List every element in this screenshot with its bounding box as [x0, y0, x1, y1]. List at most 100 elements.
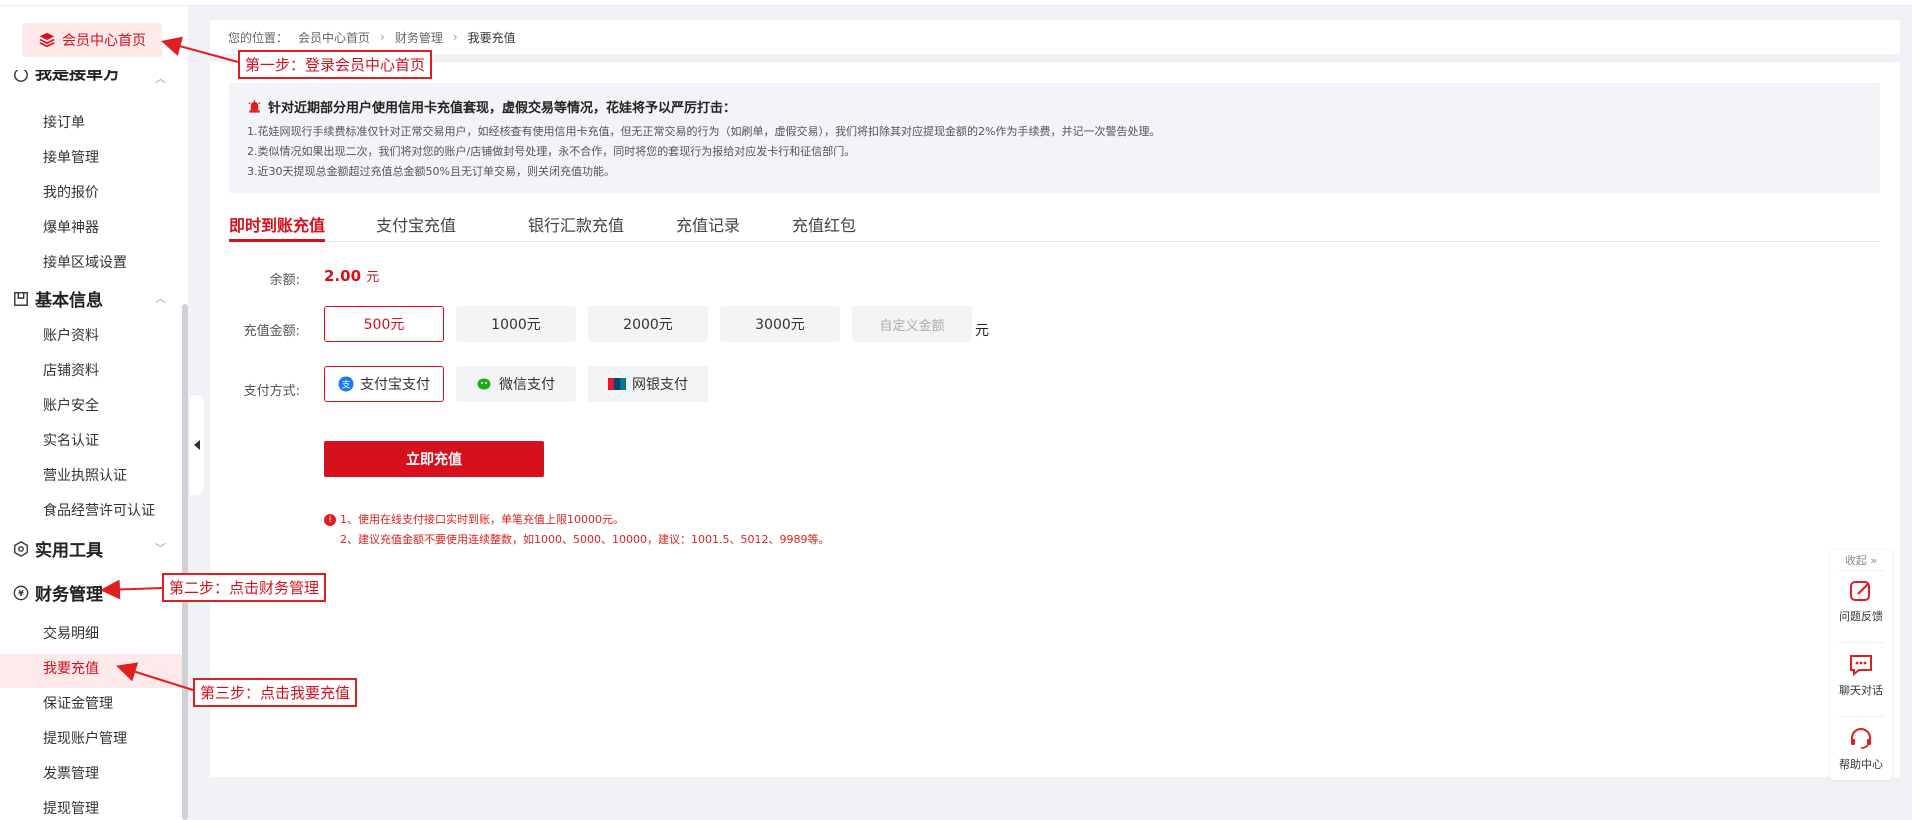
breadcrumb-finance[interactable]: 财务管理	[395, 29, 443, 46]
unionpay-icon	[608, 378, 626, 390]
balance-unit: 元	[366, 270, 380, 285]
edit-icon	[1850, 581, 1870, 601]
sidebar-item-food-license[interactable]: 食品经营许可认证	[43, 500, 155, 520]
balance-value: 2.00 元	[324, 266, 379, 285]
divider	[1838, 570, 1884, 571]
tip-line-2: 2、建议充值金额不要使用连续整数，如1000、5000、10000，建议：100…	[340, 533, 830, 546]
float-fold-button[interactable]: 收起 »	[1830, 552, 1892, 568]
amount-option-1000[interactable]: 1000元	[456, 306, 576, 342]
sidebar-collapse-toggle[interactable]	[190, 395, 204, 495]
balance-label: 余额:	[269, 273, 300, 288]
pay-alipay-option[interactable]: 支 支付宝支付	[324, 366, 444, 402]
pay-alipay-label: 支付宝支付	[360, 377, 430, 393]
sidebar-item-withdraw-manage[interactable]: 提现管理	[43, 798, 99, 818]
sidebar-item-account-info[interactable]: 账户资料	[43, 325, 99, 345]
headset-icon	[1851, 728, 1871, 749]
pay-method-label: 支付方式:	[243, 384, 300, 399]
sidebar-item-area-settings[interactable]: 接单区域设置	[43, 252, 127, 272]
sidebar-item-deposit[interactable]: 保证金管理	[43, 693, 113, 713]
sidebar-item-account-security[interactable]: 账户安全	[43, 395, 99, 415]
sidebar-item-transactions[interactable]: 交易明细	[43, 623, 99, 643]
section-receiver-label: 我是接单方	[35, 70, 120, 84]
section-receiver[interactable]: 我是接单方	[12, 70, 120, 84]
section-finance-label: 财务管理	[35, 585, 103, 605]
sidebar-item-my-quote[interactable]: 我的报价	[43, 182, 99, 202]
chevron-down-icon[interactable]: ﹀	[155, 540, 166, 556]
yuan-circle-icon: ¥	[12, 584, 30, 602]
sidebar-item-shop-info[interactable]: 店铺资料	[43, 360, 99, 380]
section-tools-label: 实用工具	[35, 541, 103, 561]
tab-recharge-history[interactable]: 充值记录	[676, 212, 740, 236]
amount-option-3000[interactable]: 3000元	[720, 306, 840, 342]
feedback-label: 问题反馈	[1839, 610, 1883, 623]
help-tool[interactable]: 帮助中心	[1830, 726, 1892, 772]
chat-tool[interactable]: 聊天对话	[1830, 652, 1892, 698]
pay-unionpay-option[interactable]: 网银支付	[588, 366, 708, 402]
sidebar: 会员中心首页 我是接单方 ︿ 接订单 接单管理 我的报价 爆单神器 接单区域设置…	[0, 6, 188, 820]
notice-line-3: 3.近30天提现总金额超过充值总金额50%且无订单交易，则关闭充值功能。	[247, 165, 615, 178]
breadcrumb: 您的位置： 会员中心首页 › 财务管理 › 我要充值	[210, 20, 1900, 54]
section-tools[interactable]: 实用工具	[12, 536, 103, 561]
pay-wechat-option[interactable]: 微信支付	[456, 366, 576, 402]
notice-box: 针对近期部分用户使用信用卡充值套现，虚假交易等情况，花娃将予以严厉打击： 1.花…	[229, 83, 1880, 193]
tip-line-1: ! 1、使用在线支付接口实时到账，单笔充值上限10000元。	[324, 510, 829, 530]
tab-alipay-recharge[interactable]: 支付宝充值	[376, 212, 456, 236]
annotation-step2: 第二步：点击财务管理	[162, 573, 327, 602]
chevron-up-icon[interactable]: ︿	[155, 290, 166, 306]
amount-label: 充值金额:	[243, 324, 300, 339]
info-icon: !	[324, 514, 336, 526]
chevron-up-icon[interactable]: ︿	[155, 70, 166, 86]
breadcrumb-current: 我要充值	[467, 30, 516, 45]
sidebar-item-realname[interactable]: 实名认证	[43, 430, 99, 450]
sidebar-item-withdraw-account[interactable]: 提现账户管理	[43, 728, 127, 748]
annotation-step3: 第三步：点击我要充值	[193, 678, 358, 707]
receiver-icon	[12, 70, 30, 84]
alarm-icon	[248, 99, 261, 113]
sidebar-item-license[interactable]: 营业执照认证	[43, 465, 127, 485]
pay-wechat-label: 微信支付	[499, 377, 555, 393]
notice-title-text: 针对近期部分用户使用信用卡充值套现，虚假交易等情况，花娃将予以严厉打击：	[268, 101, 737, 116]
breadcrumb-home[interactable]: 会员中心首页	[298, 29, 370, 46]
tip-line-1-text: 1、使用在线支付接口实时到账，单笔充值上限10000元。	[340, 513, 624, 526]
amount-option-500[interactable]: 500元	[324, 306, 444, 342]
chevron-right-icon: ›	[452, 30, 458, 44]
section-basic-info[interactable]: 基本信息	[12, 286, 103, 311]
divider	[1838, 716, 1884, 717]
sidebar-item-receive-order[interactable]: 接订单	[43, 112, 85, 132]
tab-red-packet[interactable]: 充值红包	[792, 212, 856, 236]
gear-icon	[12, 540, 30, 558]
layers-icon	[39, 32, 55, 48]
sidebar-item-order-manage[interactable]: 接单管理	[43, 147, 99, 167]
recharge-submit-button[interactable]: 立即充值	[324, 441, 544, 477]
caret-left-icon	[194, 440, 200, 450]
balance-amount: 2.00	[324, 267, 362, 285]
annotation-step1: 第一步：登录会员中心首页	[238, 50, 433, 79]
notice-line-2: 2.类似情况如果出现二次，我们将对您的账户/店铺做封号处理，永不合作，同时将您的…	[247, 145, 856, 158]
custom-amount-input[interactable]: 自定义金额	[852, 306, 972, 342]
svg-text:¥: ¥	[18, 589, 24, 598]
notice-title: 针对近期部分用户使用信用卡充值套现，虚假交易等情况，花娃将予以严厉打击：	[247, 97, 1862, 116]
section-finance[interactable]: ¥ 财务管理	[12, 580, 103, 605]
tab-bank-transfer[interactable]: 银行汇款充值	[528, 212, 624, 236]
sidebar-item-invoice[interactable]: 发票管理	[43, 763, 99, 783]
alipay-icon: 支	[338, 376, 354, 392]
divider	[1838, 642, 1884, 643]
amount-option-2000[interactable]: 2000元	[588, 306, 708, 342]
member-home-button[interactable]: 会员中心首页	[22, 23, 162, 57]
wechat-icon	[477, 378, 491, 390]
tab-active-indicator	[229, 239, 325, 242]
chevron-right-icon: ›	[380, 30, 385, 44]
notice-line-1: 1.花娃网现行手续费标准仅针对正常交易用户，如经核查有使用信用卡充值，但无正常交…	[247, 125, 1161, 138]
sidebar-item-recharge[interactable]: 我要充值	[43, 658, 99, 678]
top-band	[0, 0, 1912, 6]
pay-unionpay-label: 网银支付	[632, 377, 688, 393]
tab-instant-recharge[interactable]: 即时到账充值	[229, 212, 325, 236]
sidebar-scrollbar[interactable]	[182, 304, 188, 820]
help-label: 帮助中心	[1839, 758, 1883, 771]
section-basic-info-label: 基本信息	[35, 291, 103, 311]
svg-text:支: 支	[341, 379, 350, 391]
float-toolbar: 收起 » 问题反馈 聊天对话 帮助中心	[1830, 550, 1892, 780]
chat-icon	[1850, 655, 1872, 677]
sidebar-item-boost-tool[interactable]: 爆单神器	[43, 217, 99, 237]
feedback-tool[interactable]: 问题反馈	[1830, 578, 1892, 624]
